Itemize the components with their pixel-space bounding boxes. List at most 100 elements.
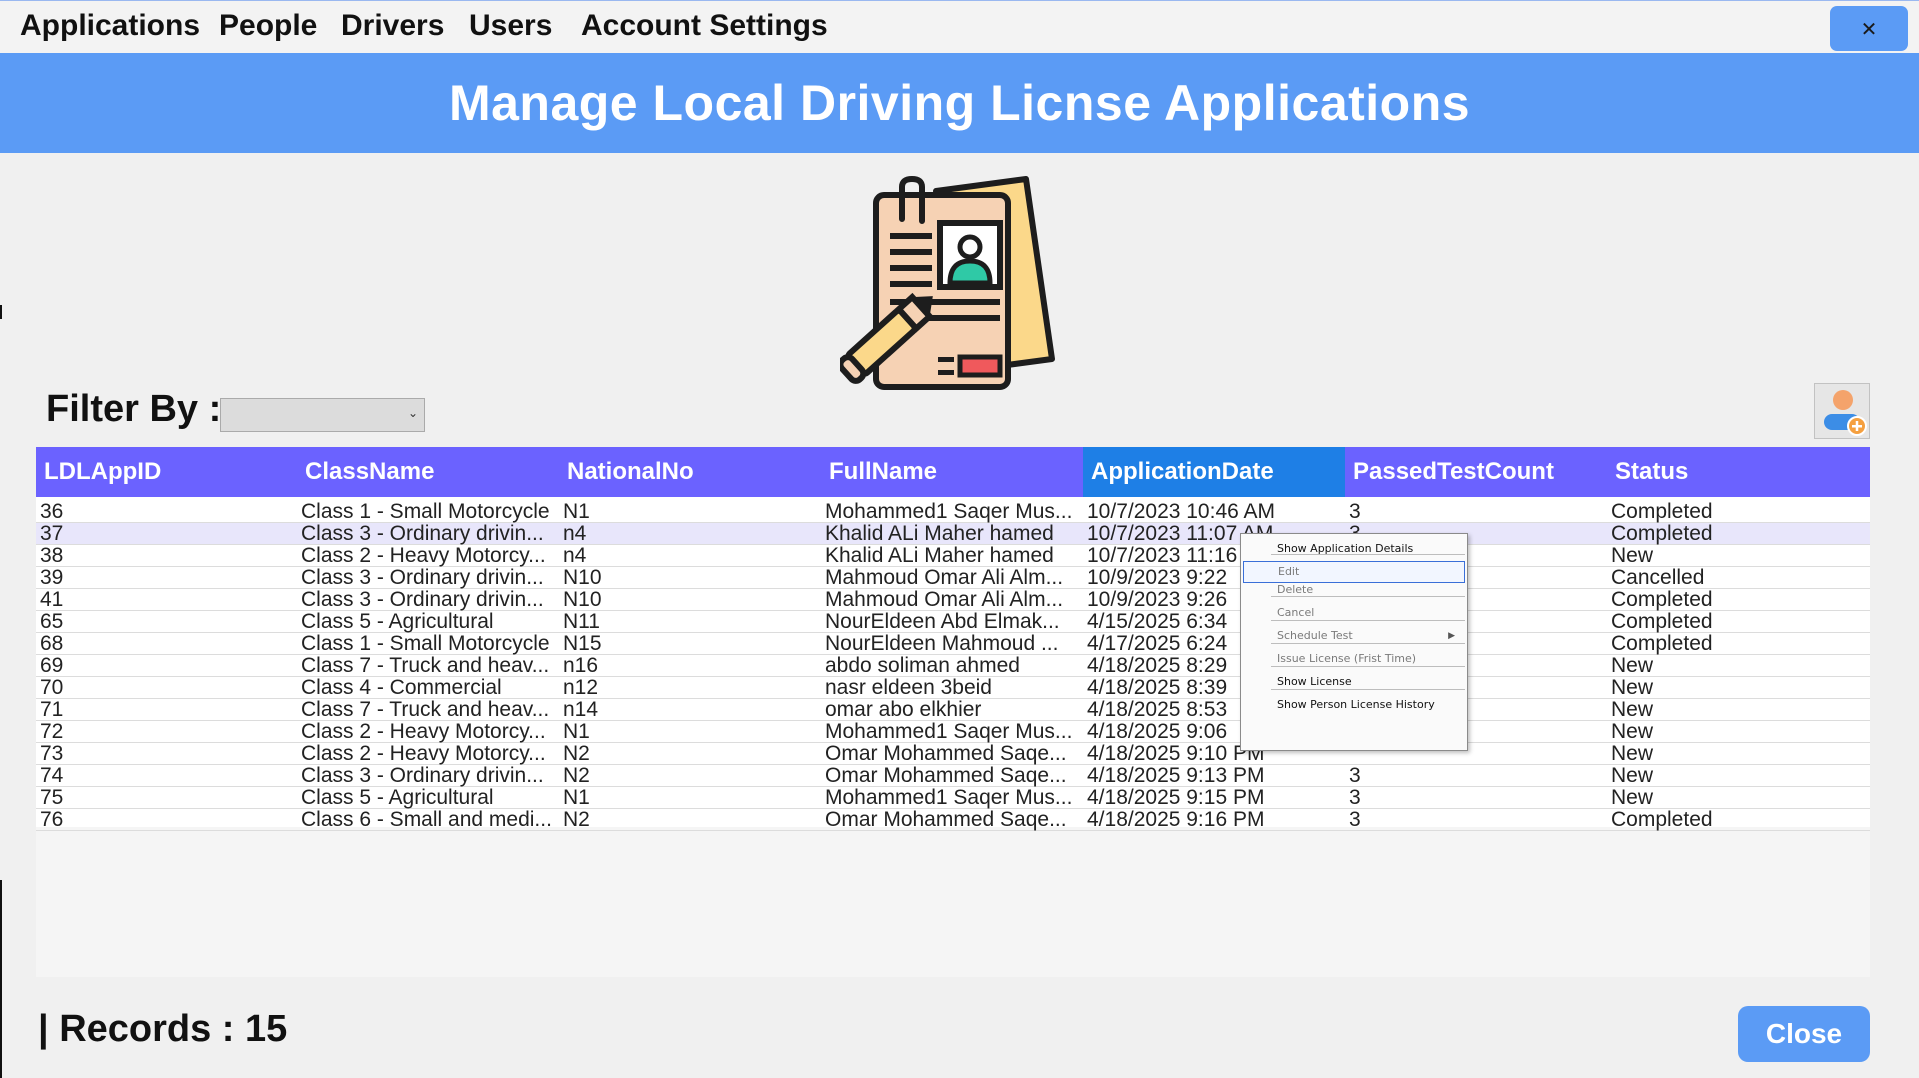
records-count: 15	[245, 1008, 288, 1050]
table-row[interactable]: 37 Class 3 - Ordinary drivin... n4 Khalid A…	[36, 523, 1870, 545]
cell-fullname: Mohammed1 Saqer Mus...	[825, 721, 1073, 743]
table-row[interactable]: 39 Class 3 - Ordinary drivin... N10 Mahmoud…	[36, 567, 1870, 589]
window-close-button[interactable]: ✕	[1830, 6, 1908, 51]
menu-item-show-license[interactable]: Show License	[1243, 671, 1465, 693]
menu-item-schedule-test[interactable]: Schedule Test ▶	[1243, 625, 1465, 647]
chevron-down-icon: ⌄	[407, 406, 418, 420]
table-row[interactable]: 74 Class 3 - Ordinary drivin... N2 Omar Moh…	[36, 765, 1870, 787]
cell-ldlappid: 39	[40, 567, 64, 589]
cell-classname: Class 2 - Heavy Motorcy...	[301, 743, 546, 765]
cell-nationalno: N2	[563, 765, 590, 787]
cell-nationalno: N2	[563, 743, 590, 765]
table-row[interactable]: 72 Class 2 - Heavy Motorcy... N1 Mohammed1 …	[36, 721, 1870, 743]
cell-ldlappid: 69	[40, 655, 64, 677]
menu-users[interactable]: Users	[469, 9, 552, 43]
cell-classname: Class 5 - Agricultural	[301, 787, 494, 809]
menu-item-show-application-details[interactable]: Show Application Details	[1243, 538, 1465, 560]
table-row[interactable]: 65 Class 5 - Agricultural N11 NourEldeen Ab…	[36, 611, 1870, 633]
cell-fullname: Khalid ALi Maher hamed	[825, 523, 1054, 545]
cell-fullname: Mohammed1 Saqer Mus...	[825, 787, 1073, 809]
add-application-button[interactable]	[1814, 383, 1870, 439]
cell-classname: Class 6 - Small and medi...	[301, 809, 552, 831]
table-row[interactable]: 38 Class 2 - Heavy Motorcy... n4 Khalid ALi…	[36, 545, 1870, 567]
table-row[interactable]: 70 Class 4 - Commercial n12 nasr eldeen 3be…	[36, 677, 1870, 699]
records-counter: | Records : 15	[38, 1008, 287, 1051]
cell-classname: Class 7 - Truck and heav...	[301, 655, 550, 677]
grid-body: 36 Class 1 - Small Motorcycle N1 Mohammed1 …	[36, 497, 1870, 831]
menu-item-label: Schedule Test	[1277, 629, 1353, 642]
cell-fullname: nasr eldeen 3beid	[825, 677, 992, 699]
close-button[interactable]: Close	[1738, 1006, 1870, 1062]
chevron-right-icon: ▶	[1448, 631, 1455, 641]
cell-fullname: omar abo elkhier	[825, 699, 982, 721]
cell-nationalno: N10	[563, 567, 602, 589]
cell-ldlappid: 72	[40, 721, 64, 743]
column-header-nationalno[interactable]: NationalNo	[559, 447, 821, 497]
cell-status: New	[1611, 699, 1654, 721]
cell-classname: Class 3 - Ordinary drivin...	[301, 523, 544, 545]
cell-status: New	[1611, 787, 1654, 809]
menu-bar: Applications People Drivers Users Accoun…	[0, 0, 1919, 53]
menu-applications[interactable]: Applications	[20, 9, 200, 43]
column-header-classname[interactable]: ClassName	[297, 447, 559, 497]
cell-ldlappid: 70	[40, 677, 64, 699]
table-row[interactable]: 68 Class 1 - Small Motorcycle N15 NourEldee…	[36, 633, 1870, 655]
cell-nationalno: N15	[563, 633, 602, 655]
records-label: | Records :	[38, 1008, 235, 1050]
menu-item-issue-license-first-time[interactable]: Issue License (Frist Time)	[1243, 648, 1465, 670]
cell-nationalno: N1	[563, 501, 590, 523]
cell-classname: Class 5 - Agricultural	[301, 611, 494, 633]
table-row[interactable]: 36 Class 1 - Small Motorcycle N1 Mohammed1 …	[36, 501, 1870, 523]
menu-item-cancel[interactable]: Cancel	[1243, 602, 1465, 624]
cell-passedtestcount: 3	[1349, 809, 1361, 831]
cell-status: Completed	[1611, 809, 1713, 831]
cell-ldlappid: 38	[40, 545, 64, 567]
menu-item-show-person-license-history[interactable]: Show Person License History	[1243, 694, 1465, 716]
applications-grid[interactable]: LDLAppID ClassName NationalNo FullName A…	[36, 447, 1870, 977]
cell-fullname: Mohammed1 Saqer Mus...	[825, 501, 1073, 523]
filter-label: Filter By :	[46, 388, 222, 430]
column-header-status[interactable]: Status	[1607, 447, 1870, 497]
cell-ldlappid: 41	[40, 589, 64, 611]
column-header-applicationdate[interactable]: ApplicationDate	[1083, 447, 1345, 497]
close-icon: ✕	[1860, 16, 1878, 41]
cell-fullname: abdo soliman ahmed	[825, 655, 1020, 677]
cell-ldlappid: 75	[40, 787, 64, 809]
cell-classname: Class 2 - Heavy Motorcy...	[301, 545, 546, 567]
cell-fullname: Omar Mohammed Saqe...	[825, 809, 1067, 831]
table-row[interactable]: 71 Class 7 - Truck and heav... n14 omar abo…	[36, 699, 1870, 721]
filter-dropdown[interactable]: ⌄	[220, 398, 425, 432]
page-title: Manage Local Driving Licnse Applications	[448, 75, 1471, 131]
column-header-fullname[interactable]: FullName	[821, 447, 1083, 497]
cell-fullname: Omar Mohammed Saqe...	[825, 743, 1067, 765]
cell-ldlappid: 73	[40, 743, 64, 765]
cell-status: Completed	[1611, 523, 1713, 545]
table-row[interactable]: 41 Class 3 - Ordinary drivin... N10 Mahmoud…	[36, 589, 1870, 611]
cell-status: New	[1611, 765, 1654, 787]
cell-status: Completed	[1611, 501, 1713, 523]
cell-status: Completed	[1611, 633, 1713, 655]
menu-account-settings[interactable]: Account Settings	[581, 9, 828, 43]
menu-drivers[interactable]: Drivers	[341, 9, 444, 43]
cell-nationalno: n16	[563, 655, 599, 677]
column-header-passedtestcount[interactable]: PassedTestCount	[1345, 447, 1607, 497]
table-row[interactable]: 76 Class 6 - Small and medi... N2 Omar Moha…	[36, 809, 1870, 831]
row-context-menu: Show Application Details Edit Delete Cancel…	[1240, 533, 1468, 751]
menu-item-delete[interactable]: Delete	[1243, 579, 1465, 601]
table-row[interactable]: 69 Class 7 - Truck and heav... n16 abdo sol…	[36, 655, 1870, 677]
cell-applicationdate: 4/18/2025 9:15 PM	[1087, 787, 1265, 809]
cell-classname: Class 1 - Small Motorcycle	[301, 633, 550, 655]
menu-item-label: Edit	[1278, 565, 1300, 578]
close-button-label: Close	[1765, 1018, 1843, 1049]
cell-ldlappid: 36	[40, 501, 64, 523]
menu-people[interactable]: People	[219, 9, 317, 43]
table-row[interactable]: 73 Class 2 - Heavy Motorcy... N2 Omar Moham…	[36, 743, 1870, 765]
cell-classname: Class 1 - Small Motorcycle	[301, 501, 550, 523]
menu-item-label: Cancel	[1277, 606, 1315, 619]
cell-ldlappid: 71	[40, 699, 64, 721]
table-row[interactable]: 75 Class 5 - Agricultural N1 Mohammed1 Saqe…	[36, 787, 1870, 809]
cell-nationalno: N11	[563, 611, 600, 633]
cell-ldlappid: 74	[40, 765, 64, 787]
cell-fullname: Omar Mohammed Saqe...	[825, 765, 1067, 787]
column-header-ldlappid[interactable]: LDLAppID	[36, 447, 297, 497]
